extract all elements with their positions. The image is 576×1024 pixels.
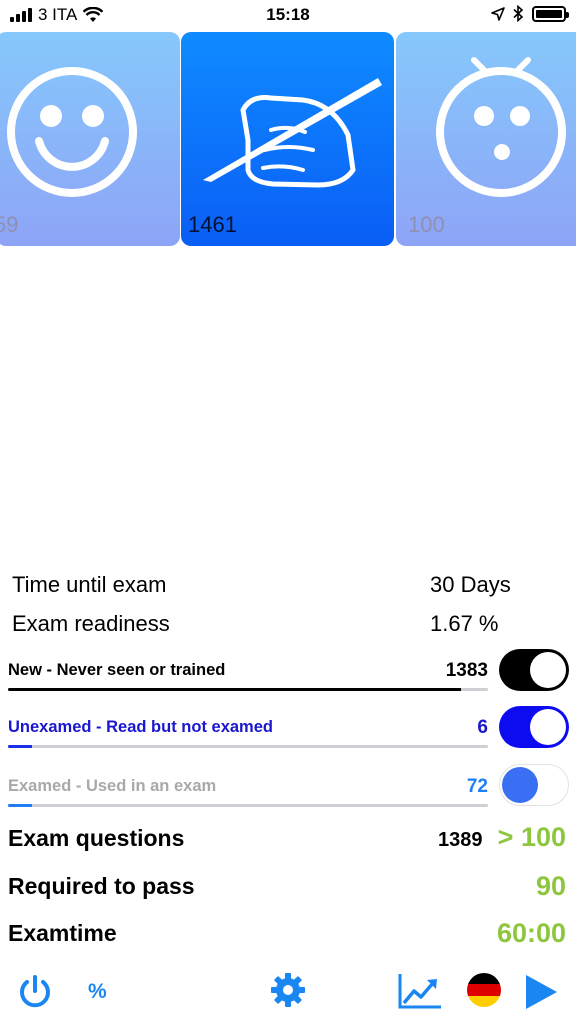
category-count: 72 [466, 776, 488, 797]
status-right [491, 5, 569, 22]
category-progress-track [8, 804, 488, 807]
card-count: 59 [0, 212, 19, 237]
card-count: 1461 [188, 212, 237, 237]
exam-readiness-label: Exam readiness [12, 611, 170, 636]
time-until-exam-value: 30 Days [430, 572, 511, 597]
carousel-card-writing[interactable]: 1461 [181, 32, 394, 246]
location-arrow-icon [491, 6, 505, 21]
category-toggle-new[interactable] [499, 649, 569, 691]
category-toggle-unexamed[interactable] [499, 706, 569, 748]
category-count: 6 [477, 717, 488, 738]
play-icon[interactable] [524, 974, 558, 1010]
examtime-value[interactable]: 60:00 [497, 918, 566, 949]
time-until-exam-label: Time until exam [12, 572, 167, 597]
exam-readiness-value: 1.67 % [430, 611, 499, 636]
exam-questions-value[interactable]: > 100 [498, 822, 566, 853]
power-icon[interactable] [17, 974, 53, 1010]
gear-icon[interactable] [270, 972, 306, 1008]
category-progress-bar [8, 804, 32, 807]
percent-button[interactable]: % [88, 980, 107, 1004]
status-time: 15:18 [266, 5, 310, 24]
card-count: 100 [408, 212, 445, 237]
carousel-card-surprised[interactable]: 100 [396, 32, 576, 246]
category-count: 1383 [445, 660, 488, 681]
carousel-card-smiley[interactable]: 59 [0, 32, 180, 246]
exam-questions-label: Exam questions [8, 825, 185, 851]
category-label: Examed - Used in an exam [8, 777, 217, 795]
hand-writing-icon [203, 78, 382, 188]
required-to-pass-value[interactable]: 90 [536, 871, 566, 902]
category-progress-track [8, 688, 488, 691]
category-progress-bar [8, 745, 32, 748]
required-to-pass-label: Required to pass [8, 873, 195, 899]
statistics-chart-icon[interactable] [397, 972, 443, 1010]
examtime-label: Examtime [8, 920, 117, 946]
category-label: Unexamed - Read but not examed [8, 718, 273, 736]
bluetooth-icon [513, 5, 524, 22]
category-progress-bar [8, 688, 462, 691]
battery-icon [532, 5, 569, 22]
status-bar: 3 ITA 15:18 [0, 0, 576, 30]
category-label: New - Never seen or trained [8, 661, 226, 679]
category-progress-track [8, 745, 488, 748]
smiley-icon [7, 67, 137, 197]
exam-questions-available: 1389 [438, 829, 483, 851]
german-flag-icon[interactable] [466, 972, 502, 1008]
alarm-clock-face-icon [436, 57, 566, 197]
category-carousel[interactable]: 59 1461 100 [0, 32, 576, 246]
category-toggle-examed[interactable] [499, 764, 569, 806]
